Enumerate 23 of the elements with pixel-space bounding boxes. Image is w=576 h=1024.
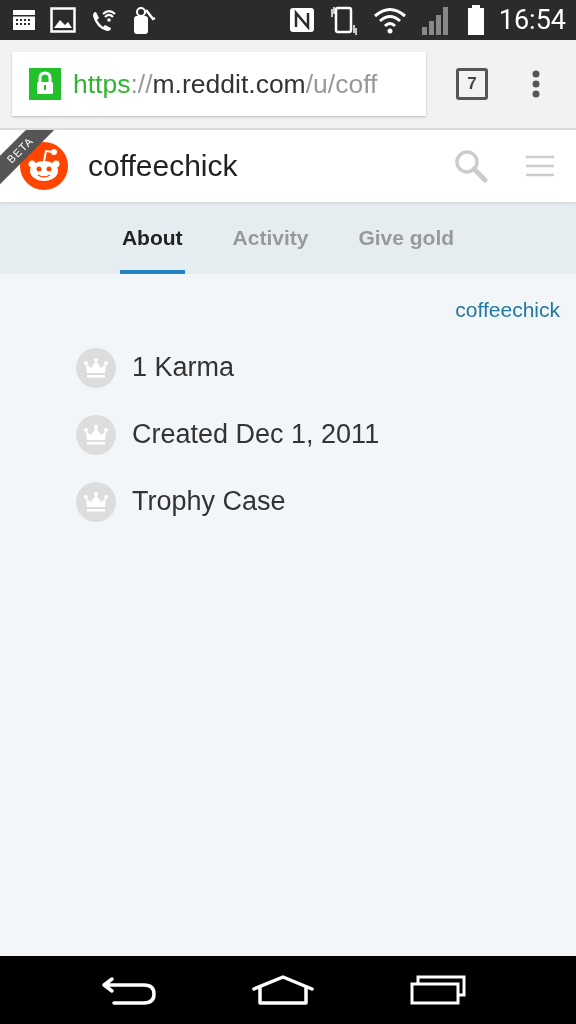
tag-icon <box>132 5 158 35</box>
clock-time: 16:54 <box>498 4 566 36</box>
home-icon[interactable] <box>252 975 314 1005</box>
username-title: coffeechick <box>88 149 239 183</box>
nfc-icon <box>288 7 315 33</box>
crown-icon <box>76 347 116 388</box>
wifi-icon <box>372 6 407 34</box>
crown-icon <box>76 414 116 455</box>
back-icon[interactable] <box>100 975 156 1005</box>
profile-stat: 1 Karma <box>132 352 235 383</box>
profile-stat: Created Dec 1, 2011 <box>132 419 380 450</box>
calendar-icon <box>12 8 36 32</box>
url-field[interactable]: https://m.reddit.com/u/coff <box>12 52 426 116</box>
image-icon <box>50 7 76 33</box>
vibrate-icon <box>328 5 359 35</box>
tab-count-button[interactable]: 7 <box>456 68 488 100</box>
profile-stat: Trophy Case <box>132 486 286 517</box>
url-text: https://m.reddit.com/u/coff <box>73 68 378 100</box>
crown-icon <box>76 481 116 522</box>
username-link[interactable]: coffeechick <box>455 298 560 322</box>
recent-apps-icon[interactable] <box>410 975 466 1005</box>
menu-icon[interactable] <box>532 70 540 98</box>
battery-icon <box>466 5 485 35</box>
